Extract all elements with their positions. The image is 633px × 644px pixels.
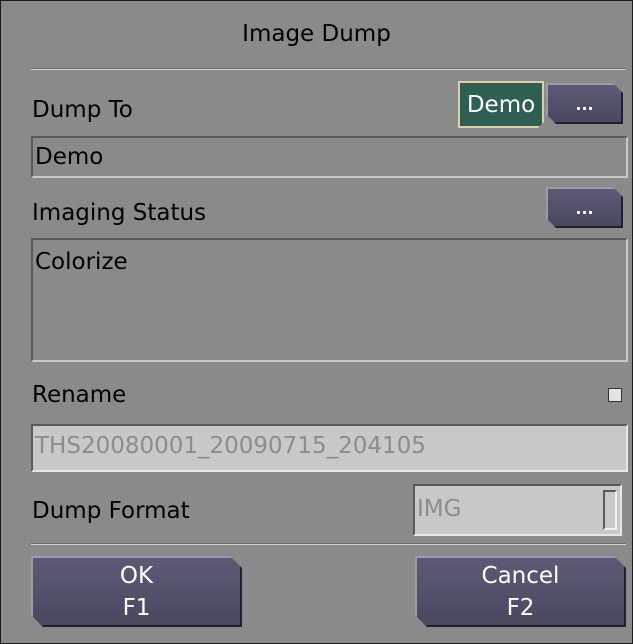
ok-button-label: OK: [119, 563, 154, 589]
ok-button-key: F1: [122, 595, 151, 621]
cancel-button-key: F2: [506, 595, 535, 621]
dump-to-browse-button[interactable]: ...: [546, 83, 623, 124]
cancel-button-label: Cancel: [481, 563, 560, 589]
dump-to-label: Dump To: [32, 97, 133, 123]
imaging-status-browse-button[interactable]: ...: [546, 187, 623, 228]
dump-format-label: Dump Format: [32, 498, 190, 524]
rename-label: Rename: [32, 382, 127, 408]
buttons-divider: [31, 543, 626, 545]
dump-to-field[interactable]: Demo: [31, 136, 628, 178]
dump-format-select[interactable]: IMG: [413, 484, 622, 536]
image-dump-dialog: Image Dump Dump To Demo ... Demo Imaging…: [0, 0, 633, 644]
imaging-status-field[interactable]: Colorize: [31, 238, 628, 362]
cancel-button[interactable]: Cancel F2: [415, 556, 626, 627]
imaging-status-label: Imaging Status: [32, 200, 207, 226]
rename-checkbox[interactable]: [608, 388, 622, 402]
dialog-title: Image Dump: [242, 21, 391, 47]
ok-button[interactable]: OK F1: [31, 556, 242, 627]
rename-input[interactable]: THS20080001_20090715_204105: [31, 424, 628, 472]
title-divider: [31, 68, 626, 70]
dump-to-demo-button[interactable]: Demo: [458, 81, 544, 128]
dropdown-arrow-icon[interactable]: [603, 490, 617, 530]
dump-format-value: IMG: [417, 496, 462, 522]
